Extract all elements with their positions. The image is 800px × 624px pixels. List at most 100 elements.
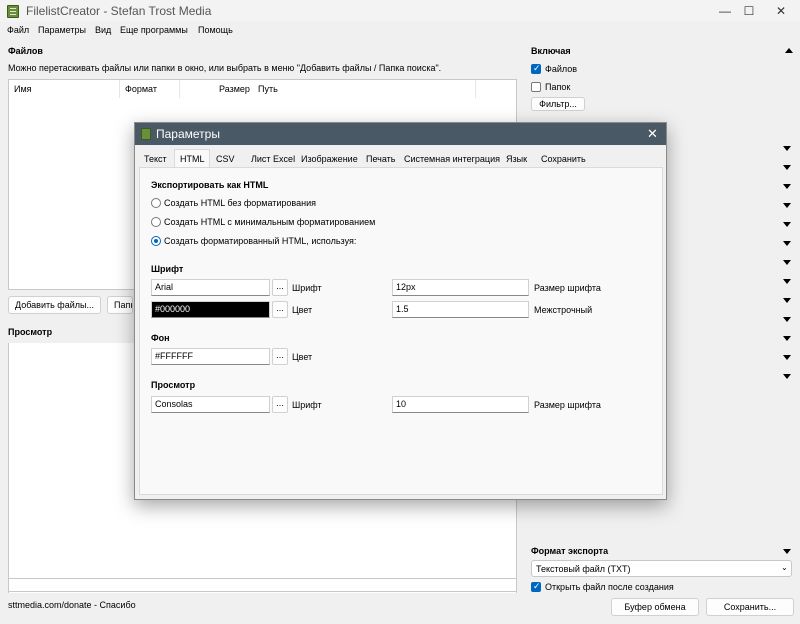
expand-arrow-icon[interactable] <box>783 222 791 227</box>
preview-font-browse-button[interactable]: ... <box>272 396 288 413</box>
tab-text[interactable]: Текст <box>144 154 167 164</box>
status-text: sttmedia.com/donate - Спасибо <box>8 600 136 610</box>
search-folder-button[interactable]: Папк <box>107 296 133 314</box>
font-size-input[interactable]: 12px <box>392 279 529 296</box>
expand-arrow-icon[interactable] <box>783 146 791 151</box>
tab-html-label: HTML <box>180 154 205 164</box>
dialog-title: Параметры <box>156 127 220 141</box>
include-files-checkbox[interactable] <box>531 63 541 74</box>
close-icon: ✕ <box>647 126 658 141</box>
include-folders-checkbox[interactable] <box>531 82 541 92</box>
files-section-title: Файлов <box>8 46 43 56</box>
preview-section-title: Просмотр <box>8 327 53 337</box>
preview-font-label: Шрифт <box>292 400 322 410</box>
background-color-label: Цвет <box>292 352 313 362</box>
export-format-title: Формат экспорта <box>531 546 609 556</box>
expand-arrow-icon[interactable] <box>783 317 791 322</box>
background-section-title: Фон <box>151 333 170 343</box>
menu-file[interactable]: Файл <box>7 25 29 35</box>
close-icon: ✕ <box>775 4 787 18</box>
tab-print[interactable]: Печать <box>366 154 395 164</box>
scroll-up-icon[interactable] <box>785 48 793 53</box>
expand-arrow-icon[interactable] <box>783 336 791 341</box>
option-no-formatting-label: Создать HTML без форматирования <box>164 198 316 208</box>
font-label: Шрифт <box>292 283 322 293</box>
preview-font-input[interactable]: Consolas <box>151 396 270 413</box>
tab-image[interactable]: Изображение <box>301 154 358 164</box>
export-format-value: Текстовый файл (TXT) <box>536 564 631 574</box>
tab-csv[interactable]: CSV <box>216 154 235 164</box>
background-color-input[interactable]: #FFFFFF <box>151 348 270 365</box>
column-name[interactable]: Имя <box>14 84 32 94</box>
include-folders-label: Папок <box>545 82 571 92</box>
expand-arrow-icon[interactable] <box>783 241 791 246</box>
expand-arrow-icon[interactable] <box>783 374 791 379</box>
maximize-icon: ☐ <box>743 4 755 18</box>
font-color-label: Цвет <box>292 305 313 315</box>
export-format-select[interactable]: Текстовый файл (TXT) ⌄ <box>531 560 792 577</box>
menu-more-programs[interactable]: Еще программы <box>120 25 188 35</box>
preview-font-size-input[interactable]: 10 <box>392 396 529 413</box>
app-icon <box>7 5 19 18</box>
filter-button[interactable]: Фильтр... <box>531 97 585 111</box>
title-bar: FilelistCreator - Stefan Trost Media — ☐… <box>0 0 800 22</box>
open-after-create-label: Открыть файл после создания <box>545 582 674 592</box>
save-button[interactable]: Сохранить... <box>706 598 794 616</box>
menu-settings[interactable]: Параметры <box>38 25 86 35</box>
include-section-title: Включая <box>531 46 571 56</box>
horizontal-scrollbar[interactable] <box>8 578 517 592</box>
tab-system-integration[interactable]: Системная интеграция <box>404 154 500 164</box>
line-height-input[interactable]: 1.5 <box>392 301 529 318</box>
close-button[interactable]: ✕ <box>758 0 800 22</box>
column-divider[interactable] <box>119 80 120 98</box>
window-title: FilelistCreator - Stefan Trost Media <box>26 4 212 18</box>
dialog-title-bar: Параметры ✕ <box>135 123 666 145</box>
column-format[interactable]: Формат <box>125 84 157 94</box>
font-color-browse-button[interactable]: ... <box>272 301 288 318</box>
tab-html-active[interactable]: HTML <box>174 149 210 168</box>
preview-font-size-label: Размер шрифта <box>534 400 601 410</box>
column-divider[interactable] <box>179 80 180 98</box>
expand-arrow-icon[interactable] <box>783 184 791 189</box>
expand-arrow-icon[interactable] <box>783 355 791 360</box>
open-after-create-checkbox[interactable] <box>531 581 541 592</box>
html-tab-page: Экспортировать как HTML Создать HTML без… <box>139 167 663 495</box>
line-height-label: Межстрочный <box>534 305 593 315</box>
dialog-app-icon <box>141 128 151 140</box>
option-min-formatting-label: Создать HTML с минимальным форматировани… <box>164 217 376 227</box>
font-input[interactable]: Arial <box>151 279 270 296</box>
background-color-browse-button[interactable]: ... <box>272 348 288 365</box>
export-as-html-title: Экспортировать как HTML <box>151 180 269 190</box>
tab-save[interactable]: Сохранить <box>541 154 586 164</box>
menu-help[interactable]: Помощь <box>198 25 233 35</box>
font-section-title: Шрифт <box>151 264 184 274</box>
option-min-formatting-radio[interactable] <box>151 217 161 227</box>
expand-arrow-icon[interactable] <box>783 279 791 284</box>
font-color-input[interactable]: #000000 <box>151 301 270 318</box>
option-formatted-radio[interactable] <box>151 236 161 246</box>
font-browse-button[interactable]: ... <box>272 279 288 296</box>
scroll-down-icon[interactable] <box>783 549 791 554</box>
tab-excel[interactable]: Лист Excel <box>251 154 295 164</box>
column-size[interactable]: Размер <box>219 84 250 94</box>
clipboard-button[interactable]: Буфер обмена <box>611 598 699 616</box>
column-path[interactable]: Путь <box>258 84 278 94</box>
expand-arrow-icon[interactable] <box>783 165 791 170</box>
chevron-down-icon: ⌄ <box>781 563 788 572</box>
settings-dialog: Параметры ✕ Текст HTML CSV Лист Excel Из… <box>134 122 667 500</box>
expand-arrow-icon[interactable] <box>783 260 791 265</box>
add-files-button[interactable]: Добавить файлы... <box>8 296 101 314</box>
option-no-formatting-radio[interactable] <box>151 198 161 208</box>
tab-language[interactable]: Язык <box>506 154 527 164</box>
dialog-close-button[interactable]: ✕ <box>647 126 658 142</box>
menu-bar: Файл Параметры Вид Еще программы Помощь <box>0 22 800 40</box>
preview-settings-title: Просмотр <box>151 380 196 390</box>
expand-arrow-icon[interactable] <box>783 298 791 303</box>
expand-arrow-icon[interactable] <box>783 203 791 208</box>
option-formatted-label: Создать форматированный HTML, используя: <box>164 236 357 246</box>
font-size-label: Размер шрифта <box>534 283 601 293</box>
files-hint: Можно перетаскивать файлы или папки в ок… <box>8 63 442 73</box>
column-divider[interactable] <box>475 80 476 98</box>
menu-view[interactable]: Вид <box>95 25 111 35</box>
include-files-label: Файлов <box>545 64 578 74</box>
